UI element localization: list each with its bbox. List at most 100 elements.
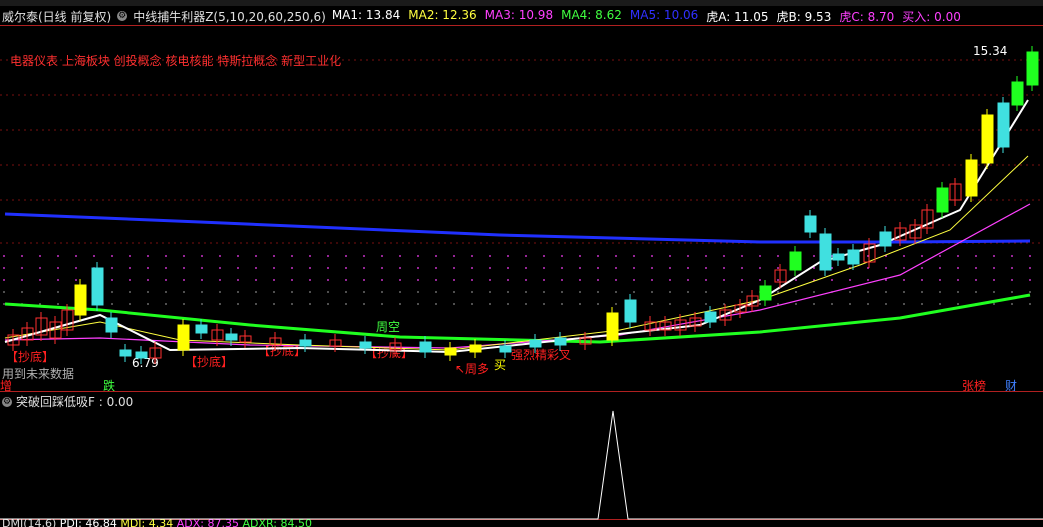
dot-mark — [885, 267, 887, 269]
dot-mark — [327, 303, 329, 305]
dot-mark — [417, 267, 419, 269]
dot-mark — [471, 279, 473, 281]
dot-mark — [39, 291, 41, 293]
dot-mark — [687, 279, 689, 281]
dot-mark — [669, 291, 671, 293]
dot-mark — [309, 279, 311, 281]
kline-chart[interactable] — [0, 0, 1043, 527]
dot-mark — [993, 255, 995, 257]
dot-mark — [579, 255, 581, 257]
indicator-value-5: 虎A: 11.05 — [706, 9, 769, 24]
dot-mark — [651, 267, 653, 269]
dot-mark — [1029, 303, 1031, 305]
dot-mark — [237, 303, 239, 305]
dot-mark — [219, 255, 221, 257]
dot-mark — [507, 291, 509, 293]
dot-mark — [741, 267, 743, 269]
candle — [1026, 51, 1039, 86]
indicator-name[interactable]: 中线捕牛利器Z(5,10,20,60,250,6) — [133, 8, 326, 25]
dot-mark — [255, 303, 257, 305]
dot-mark — [975, 291, 977, 293]
dot-mark — [831, 303, 833, 305]
dmi-bar: DMI(14,6) PDI: 46.84 MDI: 4.34 ADX: 87.3… — [2, 517, 312, 527]
chart-header: 威尔泰(日线 前复权) ⚙ 中线捕牛利器Z(5,10,20,60,250,6) … — [2, 7, 975, 25]
dot-mark — [903, 303, 905, 305]
dot-mark — [327, 291, 329, 293]
dot-mark — [255, 255, 257, 257]
dot-mark — [705, 303, 707, 305]
dot-mark — [165, 255, 167, 257]
dot-mark — [489, 291, 491, 293]
indicator-value-6: 虎B: 9.53 — [776, 9, 832, 24]
dot-mark — [435, 279, 437, 281]
dot-mark — [291, 279, 293, 281]
low-price-label: 6.79 — [132, 356, 159, 370]
signal-chaodi-4: 【抄底】 — [365, 346, 414, 360]
dot-mark — [1029, 255, 1031, 257]
dot-mark — [525, 291, 527, 293]
dot-mark — [183, 303, 185, 305]
dot-mark — [651, 255, 653, 257]
dot-mark — [219, 279, 221, 281]
dot-mark — [849, 291, 851, 293]
header-divider — [0, 25, 1043, 26]
dot-mark — [1029, 291, 1031, 293]
dot-mark — [687, 291, 689, 293]
dot-mark — [111, 303, 113, 305]
dot-mark — [471, 303, 473, 305]
dot-mark — [939, 255, 941, 257]
dot-mark — [147, 303, 149, 305]
indicator-value-2: MA3: 10.98 — [484, 7, 554, 22]
dot-mark — [381, 303, 383, 305]
dot-mark — [813, 255, 815, 257]
dot-mark — [867, 255, 869, 257]
dot-mark — [471, 291, 473, 293]
dot-mark — [39, 255, 41, 257]
dot-mark — [3, 279, 5, 281]
dot-mark — [993, 303, 995, 305]
dot-mark — [363, 267, 365, 269]
dot-mark — [1011, 303, 1013, 305]
signal-zhouduo: ↖周多 — [455, 362, 490, 376]
settings-icon[interactable]: ⚙ — [2, 396, 12, 407]
dot-mark — [3, 291, 5, 293]
dot-mark — [21, 279, 23, 281]
dot-mark — [669, 303, 671, 305]
dot-mark — [111, 279, 113, 281]
dot-mark — [345, 279, 347, 281]
dmi-label[interactable]: DMI(14,6) — [2, 517, 56, 527]
dot-mark — [561, 279, 563, 281]
settings-icon[interactable]: ⚙ — [117, 11, 128, 21]
candle — [444, 347, 457, 356]
indicator-value-8: 买入: 0.00 — [902, 9, 961, 24]
dot-mark — [3, 267, 5, 269]
dot-mark — [813, 291, 815, 293]
dot-mark — [111, 291, 113, 293]
dot-mark — [921, 279, 923, 281]
dot-mark — [543, 291, 545, 293]
dot-mark — [345, 267, 347, 269]
dot-mark — [93, 291, 95, 293]
ma-values: MA1: 13.84 MA2: 12.36 MA3: 10.98 MA4: 8.62 M… — [332, 8, 969, 25]
dot-mark — [39, 279, 41, 281]
dot-mark — [57, 267, 59, 269]
dot-mark — [651, 303, 653, 305]
candle — [674, 319, 687, 331]
dot-mark — [471, 267, 473, 269]
sub-indicator-label[interactable]: 突破回踩低吸F : 0.00 — [16, 393, 133, 410]
dot-mark — [327, 279, 329, 281]
dot-mark — [795, 303, 797, 305]
dot-mark — [39, 303, 41, 305]
dot-mark — [651, 291, 653, 293]
dot-mark — [1011, 279, 1013, 281]
dot-mark — [453, 267, 455, 269]
dot-mark — [345, 255, 347, 257]
dot-mark — [633, 279, 635, 281]
candle — [759, 285, 772, 301]
dot-mark — [183, 267, 185, 269]
dot-mark — [1011, 255, 1013, 257]
candle — [7, 334, 20, 346]
dot-mark — [903, 255, 905, 257]
top-toolbar[interactable] — [0, 0, 1043, 6]
dot-mark — [525, 303, 527, 305]
